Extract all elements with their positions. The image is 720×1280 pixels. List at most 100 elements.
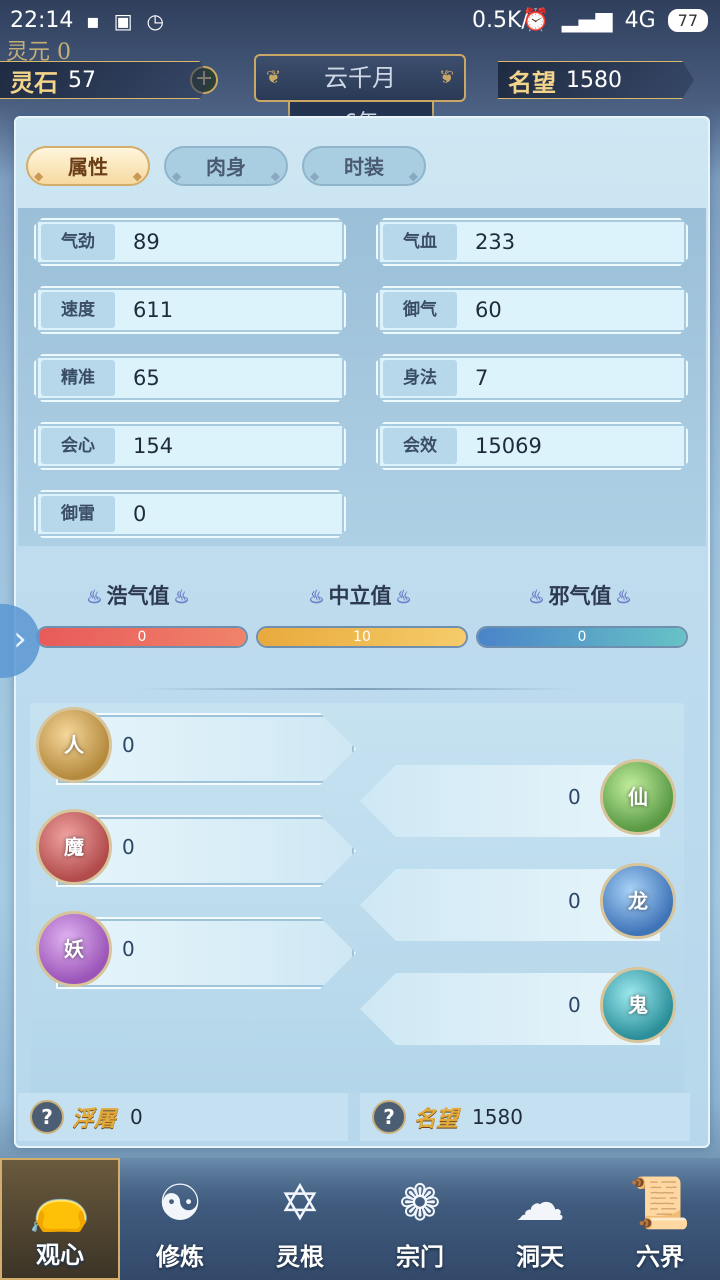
attribute-row: 精准 65 [34,354,346,402]
realm-section: 人 0 魔 0 妖 0 0 仙 0 龙 0 鬼 [30,703,684,1093]
bar-value: 0 [577,629,587,645]
attribute-row: 身法 7 [376,354,688,402]
nav-xiulian[interactable]: ☯ 修炼 [120,1158,240,1280]
scroll-icon: 📜 [628,1174,692,1232]
reputation-resource: 名望 1580 [498,61,694,99]
realm-row[interactable]: 0 仙 [348,759,678,843]
fan-icon: ❁ [399,1174,441,1232]
attribute-label: 气劲 [41,224,115,260]
alignment-heading: ♨ 浩气值 ♨ [28,580,248,610]
realm-row[interactable]: 人 0 [36,707,366,791]
spirit-stone-value: 57 [68,67,96,93]
attribute-label: 御雷 [41,496,115,532]
yao-realm-orb[interactable]: 妖 [36,911,112,987]
attribute-value: 611 [133,298,174,322]
nav-zongmen[interactable]: ❁ 宗门 [360,1158,480,1280]
tab-attributes[interactable]: 属性 [26,146,150,195]
character-name: 云千月 [254,54,466,102]
realm-row[interactable]: 0 龙 [348,863,678,947]
attribute-row: 气血 233 [376,218,688,266]
divider [136,688,576,690]
evil-bar: 0 [476,626,688,648]
attribute-row: 会心 154 [34,422,346,470]
tab-bar: 属性 肉身 时装 [26,146,426,195]
flame-icon: ♨ [615,587,632,608]
bottom-nav: 👝 观心 ☯ 修炼 ✡ 灵根 ❁ 宗门 ☁ 洞天 📜 六界 [0,1158,720,1280]
alignment-heading: ♨ 邪气值 ♨ [470,580,690,610]
reputation-label: 名望 [508,67,556,97]
battery-indicator: 77 [667,9,708,32]
nav-linggen[interactable]: ✡ 灵根 [240,1158,360,1280]
futu-row: ? 浮屠 0 [18,1093,348,1141]
cloud-icon: ☁ [515,1174,565,1232]
attribute-label: 速度 [41,292,115,328]
attribute-panel: 属性 肉身 时装 气劲 89 气血 233 速度 611 御气 60 精准 65… [14,116,710,1148]
realm-row[interactable]: 魔 0 [36,809,366,893]
dragon-realm-orb[interactable]: 龙 [600,863,676,939]
realm-row[interactable]: 妖 0 [36,911,366,995]
nav-dongtian[interactable]: ☁ 洞天 [480,1158,600,1280]
spirit-stone-label: 灵石 [10,67,58,97]
attribute-value: 15069 [475,434,542,458]
immortal-realm-orb[interactable]: 仙 [600,759,676,835]
attribute-label: 精准 [41,360,115,396]
attribute-row: 御雷 0 [34,490,346,538]
neutral-bar: 10 [256,626,468,648]
alignment-section: ♨ 浩气值 ♨ ♨ 中立值 ♨ ♨ 邪气值 ♨ 0 10 0 [18,550,706,680]
attribute-label: 御气 [383,292,457,328]
attribute-value: 0 [133,502,147,526]
nav-label: 六界 [636,1242,684,1271]
human-realm-orb[interactable]: 人 [36,707,112,783]
realm-count: 0 [122,733,135,757]
attribute-value: 154 [133,434,174,458]
reputation-footer-value: 1580 [472,1105,523,1129]
attribute-row: 速度 611 [34,286,346,334]
alignment-heading: ♨ 中立值 ♨ [250,580,470,610]
alignment-label: 中立值 [328,583,392,608]
nav-label: 洞天 [516,1242,564,1271]
attribute-row: 会效 15069 [376,422,688,470]
help-icon[interactable]: ? [372,1100,406,1134]
tab-fashion[interactable]: 时装 [302,146,426,195]
timer-icon: ◷ [146,9,164,33]
top-resource-bar: 灵元 0 + 灵石 57 云千月 6年 名望 1580 [0,40,720,144]
attribute-label: 身法 [383,360,457,396]
nav-label: 修炼 [156,1242,204,1271]
nav-label: 灵根 [276,1242,324,1271]
realm-count: 0 [122,835,135,859]
attribute-value: 7 [475,366,489,390]
nav-guanxin[interactable]: 👝 观心 [0,1158,120,1280]
nav-label: 宗门 [396,1242,444,1271]
message-icon: ▪ [86,9,100,33]
pouch-icon: 👝 [28,1176,92,1234]
righteous-bar: 0 [36,626,248,648]
status-time: 22:14 [10,8,74,33]
realm-count: 0 [122,937,135,961]
attribute-label: 会心 [41,428,115,464]
fish-icon: ☯ [157,1174,203,1232]
tab-body[interactable]: 肉身 [164,146,288,195]
demon-realm-orb[interactable]: 魔 [36,809,112,885]
alarm-icon: ⏰ [522,8,550,33]
attribute-list: 气劲 89 气血 233 速度 611 御气 60 精准 65 身法 7 会心 … [18,208,706,546]
help-icon[interactable]: ? [30,1100,64,1134]
attribute-row: 御气 60 [376,286,688,334]
reputation-value: 1580 [566,67,622,93]
bar-value: 10 [353,629,371,645]
attribute-label: 会效 [383,428,457,464]
attribute-value: 60 [475,298,502,322]
realm-row[interactable]: 0 鬼 [348,967,678,1051]
signal-icon: ▂▄▆ [561,8,613,33]
network-type: 4G [624,8,656,33]
app-notification-icon: ▣ [113,9,133,33]
reputation-row: ? 名望 1580 [360,1093,690,1141]
nav-liujie[interactable]: 📜 六界 [600,1158,720,1280]
reputation-footer-label: 名望 [414,1106,459,1132]
flame-icon: ♨ [86,587,103,608]
flame-icon: ♨ [395,587,412,608]
spirit-stone-resource: 灵石 57 [0,61,212,99]
alignment-label: 浩气值 [106,583,170,608]
attribute-value: 233 [475,230,516,254]
ghost-realm-orb[interactable]: 鬼 [600,967,676,1043]
bar-value: 0 [137,629,147,645]
